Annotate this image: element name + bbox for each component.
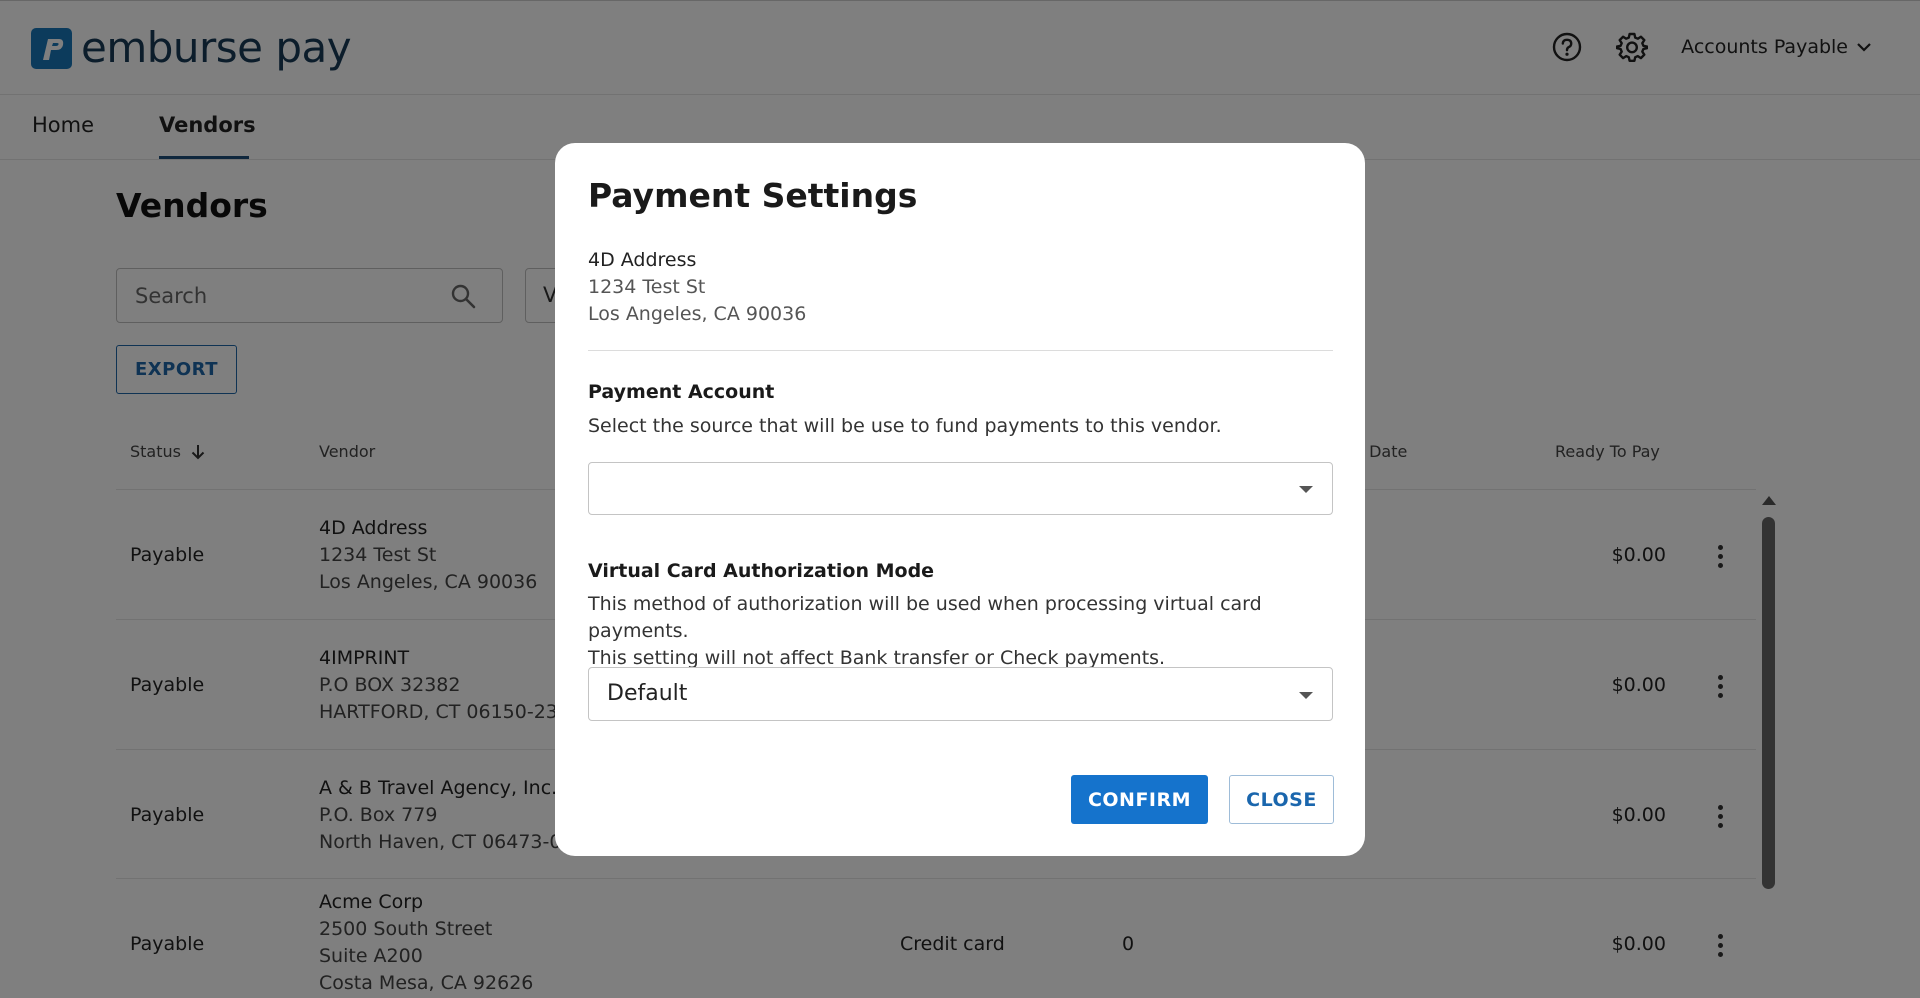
vcard-desc-line: This method of authorization will be use… bbox=[588, 593, 1262, 642]
vendor-address-line: Los Angeles, CA 90036 bbox=[588, 303, 807, 325]
payment-account-label: Payment Account bbox=[588, 381, 775, 403]
payment-settings-dialog: Payment Settings 4D Address 1234 Test St… bbox=[555, 143, 1365, 856]
dropdown-arrow-icon bbox=[1299, 692, 1313, 699]
vcard-auth-mode-select[interactable]: Default bbox=[588, 667, 1333, 721]
vcard-auth-mode-description: This method of authorization will be use… bbox=[588, 591, 1365, 672]
dropdown-arrow-icon bbox=[1299, 486, 1313, 493]
close-button[interactable]: CLOSE bbox=[1229, 775, 1334, 824]
vendor-address-line: 1234 Test St bbox=[588, 276, 706, 298]
vcard-auth-mode-value: Default bbox=[607, 681, 688, 706]
payment-account-select[interactable] bbox=[588, 462, 1333, 515]
vcard-auth-mode-label: Virtual Card Authorization Mode bbox=[588, 560, 935, 582]
dialog-title: Payment Settings bbox=[588, 176, 918, 215]
vendor-address-block: 4D Address 1234 Test St Los Angeles, CA … bbox=[588, 247, 806, 328]
payment-account-description: Select the source that will be use to fu… bbox=[588, 415, 1222, 437]
vendor-name: 4D Address bbox=[588, 249, 697, 271]
confirm-button[interactable]: CONFIRM bbox=[1071, 775, 1208, 824]
divider bbox=[588, 350, 1333, 351]
